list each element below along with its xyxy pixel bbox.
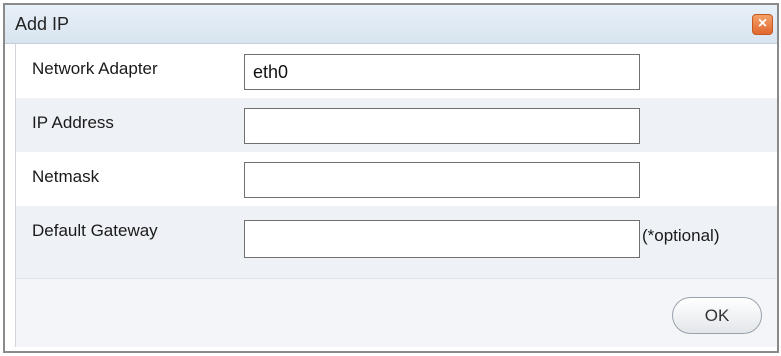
network-adapter-input[interactable] [244, 54, 640, 90]
default-gateway-input[interactable] [244, 220, 640, 258]
ip-address-input[interactable] [244, 108, 640, 144]
network-adapter-label: Network Adapter [32, 59, 158, 78]
network-adapter-row: Network Adapter [16, 44, 777, 98]
default-gateway-row: Default Gateway (*optional) [16, 206, 777, 278]
netmask-label: Netmask [32, 167, 100, 186]
dialog-title: Add IP [15, 14, 70, 34]
add-ip-form: Network Adapter IP Address Netmask Defau… [15, 44, 777, 347]
dialog-footer: OK [16, 278, 777, 347]
ok-button[interactable]: OK [672, 297, 762, 334]
dialog-title-bar[interactable]: Add IP × [5, 5, 777, 44]
netmask-row: Netmask [16, 152, 777, 206]
close-icon[interactable]: × [752, 14, 773, 35]
ip-address-row: IP Address [16, 98, 777, 152]
default-gateway-label: Default Gateway [32, 221, 158, 240]
add-ip-dialog: Add IP × Network Adapter IP Address Netm… [3, 3, 779, 353]
netmask-input[interactable] [244, 162, 640, 198]
ip-address-label: IP Address [32, 113, 114, 132]
optional-hint: (*optional) [642, 226, 720, 245]
